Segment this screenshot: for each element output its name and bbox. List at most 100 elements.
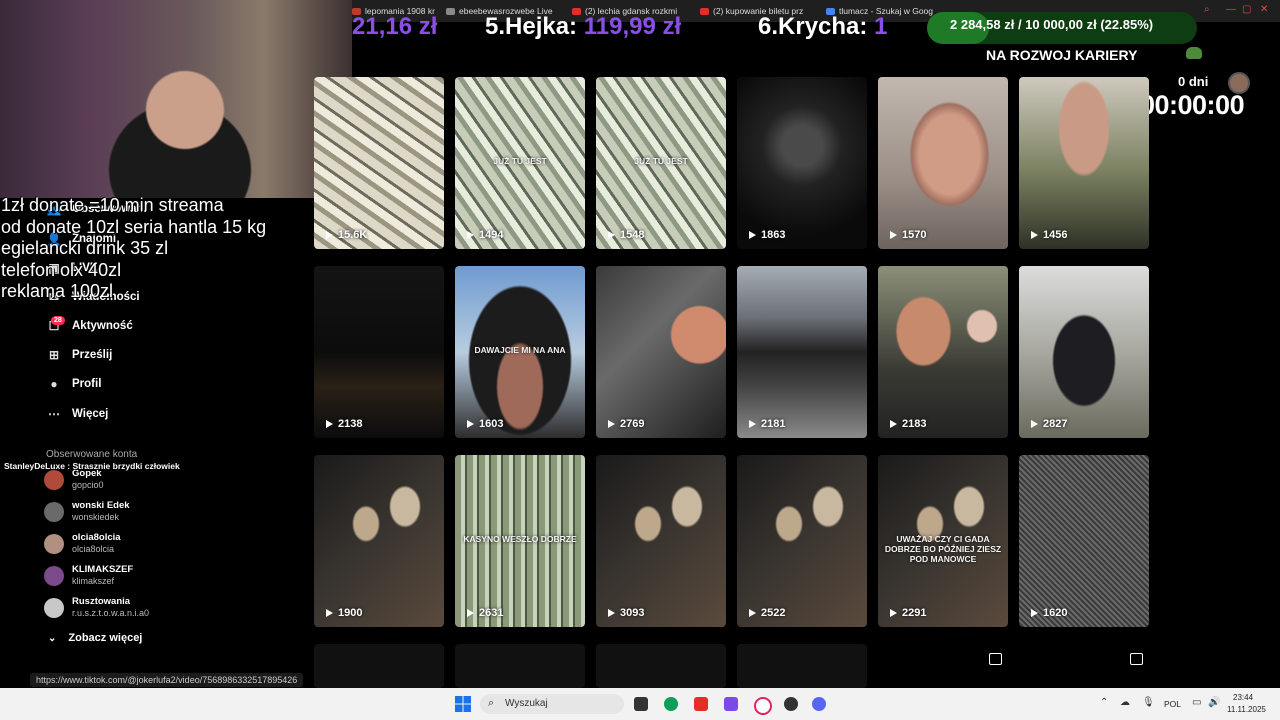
followed-account[interactable]: olcia8olcia olcia8olcia xyxy=(44,530,224,560)
view-count-value: 1570 xyxy=(902,229,927,241)
view-count: 1603 xyxy=(467,418,503,430)
discord-icon[interactable] xyxy=(812,697,826,711)
opera-icon[interactable] xyxy=(754,697,772,715)
video-tile-partial[interactable] xyxy=(455,644,585,688)
view-count-value: 1863 xyxy=(761,229,786,241)
donation-goal-text: 2 284,58 zł / 10 000,00 zł (22.85%) xyxy=(950,17,1154,32)
view-count-value: 1548 xyxy=(620,229,645,241)
video-tile[interactable]: 1456 xyxy=(1019,77,1149,249)
edge-browser-icon[interactable] xyxy=(664,697,678,711)
video-tile[interactable]: 1570 xyxy=(878,77,1008,249)
obs-icon[interactable] xyxy=(784,697,798,711)
video-tile[interactable]: 2183 xyxy=(878,266,1008,438)
video-tile[interactable]: 2827 xyxy=(1019,266,1149,438)
play-icon xyxy=(890,420,897,429)
play-icon xyxy=(1031,609,1038,618)
ranking-name: 6.Krycha: xyxy=(758,13,875,40)
donate-line: od donate 10zl seria hantla 15 kg xyxy=(1,216,267,237)
view-count-value: 2183 xyxy=(902,418,927,430)
language-indicator[interactable]: POL xyxy=(1164,699,1181,709)
clock-time[interactable]: 23:44 xyxy=(1233,693,1253,702)
sidebar-item-label: Prześlij xyxy=(72,349,113,361)
maximize-icon[interactable]: ▢ xyxy=(1242,4,1251,15)
notification-badge: 28 xyxy=(51,316,65,325)
view-count: 1570 xyxy=(890,229,926,241)
windows-start-icon[interactable] xyxy=(455,696,471,712)
sidebar-item-upload[interactable]: ⊞ Prześlij xyxy=(46,348,112,362)
cloud-icon[interactable]: ☁ xyxy=(1120,697,1130,708)
snipping-tool-icon[interactable] xyxy=(724,697,738,711)
minimize-icon[interactable]: — xyxy=(1226,4,1236,15)
video-tile-partial[interactable] xyxy=(737,644,867,688)
sidebar-item-label: Aktywność xyxy=(72,320,133,332)
taskbar-search-input[interactable] xyxy=(480,694,624,714)
account-name: olcia8olcia xyxy=(72,532,121,543)
view-count-value: 2522 xyxy=(761,607,786,619)
video-tile[interactable]: 1620 xyxy=(1019,455,1149,627)
view-count-value: 2769 xyxy=(620,418,645,430)
view-count: 2631 xyxy=(467,607,503,619)
volume-icon[interactable]: 🔊 xyxy=(1208,697,1220,708)
video-tile-partial[interactable] xyxy=(596,644,726,688)
video-tile[interactable]: 15.6K xyxy=(314,77,444,249)
play-icon xyxy=(326,609,333,618)
search-placeholder: Wyszukaj xyxy=(505,698,548,709)
task-view-icon[interactable] xyxy=(634,697,648,711)
donate-line: telefon olx 40zl xyxy=(1,259,122,280)
followed-account[interactable]: KLIMAKSZEF klimakszef xyxy=(44,562,224,592)
video-caption: JUŻ TU JEST xyxy=(493,156,547,167)
video-tile[interactable]: 2522 xyxy=(737,455,867,627)
close-icon[interactable]: ✕ xyxy=(1260,4,1268,15)
avatar xyxy=(44,534,64,554)
webcam-feed xyxy=(0,0,352,198)
expand-icon[interactable] xyxy=(989,653,1002,665)
view-count: 2827 xyxy=(1031,418,1067,430)
sidebar-item-profile[interactable]: ● Profil xyxy=(46,377,101,391)
video-tile[interactable]: JUŻ TU JEST 1548 xyxy=(596,77,726,249)
video-tile[interactable]: 1863 xyxy=(737,77,867,249)
see-more-button[interactable]: ⌄ Zobacz więcej xyxy=(48,632,142,644)
sidebar-item-label: Profil xyxy=(72,378,102,390)
view-count-value: 1620 xyxy=(1043,607,1068,619)
view-count: 2183 xyxy=(890,418,926,430)
followed-account[interactable]: wonski Edek wonskiedek xyxy=(44,498,224,528)
video-tile[interactable]: 2769 xyxy=(596,266,726,438)
expand-icon[interactable] xyxy=(1130,653,1143,665)
ranking-amount: 21,16 zł xyxy=(352,13,438,40)
view-count-value: 2138 xyxy=(338,418,363,430)
play-icon xyxy=(608,609,615,618)
ranking-entry: 21,16 zł xyxy=(352,13,437,41)
play-icon xyxy=(749,231,756,240)
sidebar-item-more[interactable]: ⋯ Więcej xyxy=(46,407,108,421)
video-tile[interactable]: 3093 xyxy=(596,455,726,627)
video-tile[interactable]: 2138 xyxy=(314,266,444,438)
video-tile[interactable]: KASYNO WESZŁO DOBRZE 2631 xyxy=(455,455,585,627)
video-tile[interactable]: 1900 xyxy=(314,455,444,627)
video-tile[interactable]: UWAŻAJ CZY CI GADA DOBRZE BO PÓŹNIEJ ZIE… xyxy=(878,455,1008,627)
video-tile-partial[interactable] xyxy=(314,644,444,688)
microphone-icon[interactable]: 🎙 xyxy=(1142,697,1155,708)
network-icon[interactable]: ▭ xyxy=(1192,697,1201,708)
video-tile[interactable]: JUŻ TU JEST 1494 xyxy=(455,77,585,249)
chevron-up-icon[interactable]: ⌃ xyxy=(1100,697,1108,708)
account-handle: gopcio0 xyxy=(72,480,104,490)
play-icon xyxy=(326,231,333,240)
search-icon: ⌕ xyxy=(488,697,495,709)
view-count: 3093 xyxy=(608,607,644,619)
search-tabs-icon[interactable]: ⌕ xyxy=(1204,4,1210,15)
view-count: 1863 xyxy=(749,229,785,241)
video-tile[interactable]: DAWAJCIE MI NA ANA 1603 xyxy=(455,266,585,438)
career-caption: NA ROZWOJ KARIERY xyxy=(986,47,1138,63)
ranking-amount: 1 xyxy=(874,13,888,40)
see-more-label: Zobacz więcej xyxy=(68,632,143,644)
stream-timer: 00:00:00 xyxy=(1140,90,1245,120)
clock-date[interactable]: 11.11.2025 xyxy=(1227,705,1266,714)
play-icon xyxy=(467,609,474,618)
youtube-icon[interactable] xyxy=(694,697,708,711)
video-tile[interactable]: 2181 xyxy=(737,266,867,438)
view-count-value: 1494 xyxy=(479,229,504,241)
followed-account[interactable]: Rusztowania r.u.s.z.t.o.w.a.n.i.a0 xyxy=(44,594,224,624)
donate-info-overlay: 1zł donate =10 min streama od donate 10z… xyxy=(1,195,266,303)
ranking-entry: 6.Krycha: 1 xyxy=(758,13,887,41)
avatar xyxy=(44,566,64,586)
